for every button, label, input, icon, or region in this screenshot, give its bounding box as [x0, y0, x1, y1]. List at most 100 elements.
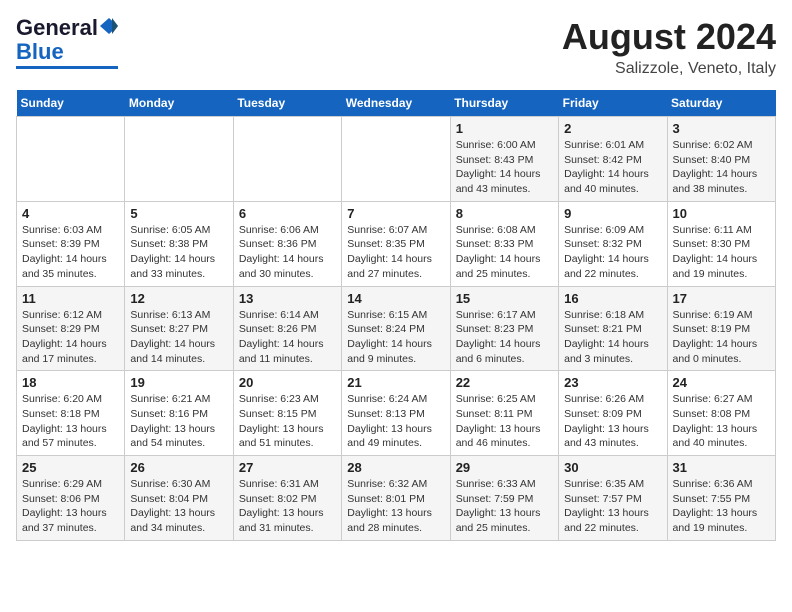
calendar-cell: 22Sunrise: 6:25 AM Sunset: 8:11 PM Dayli…	[450, 371, 558, 456]
calendar-cell: 28 Sunrise: 6:32 AM Sunset: 8:01 PM Dayli…	[342, 456, 450, 541]
day-info: Sunrise: 6:19 AM Sunset: 8:19 PM Dayligh…	[673, 309, 758, 365]
day-number: 3	[673, 121, 770, 136]
logo-icon	[100, 17, 118, 35]
day-info: Sunrise: 6:24 AM Sunset: 8:13 PM Dayligh…	[347, 393, 432, 449]
day-info: Sunrise: 6:00 AM Sunset: 8:43 PM Dayligh…	[456, 139, 541, 195]
calendar-cell: 9 Sunrise: 6:09 AM Sunset: 8:32 PM Daylig…	[559, 201, 667, 286]
day-number: 30	[564, 460, 661, 475]
calendar-cell: 29Sunrise: 6:33 AM Sunset: 7:59 PM Dayli…	[450, 456, 558, 541]
calendar-cell: 14Sunrise: 6:15 AM Sunset: 8:24 PM Dayli…	[342, 286, 450, 371]
day-number: 5	[130, 206, 227, 221]
calendar-cell: 11 Sunrise: 6:12 AM Sunset: 8:29 PM Dayli…	[17, 286, 125, 371]
calendar-week-row: 1 Sunrise: 6:00 AM Sunset: 8:43 PM Daylig…	[17, 117, 776, 202]
day-number: 16	[564, 291, 661, 306]
calendar-week-row: 11 Sunrise: 6:12 AM Sunset: 8:29 PM Dayli…	[17, 286, 776, 371]
day-number: 24	[673, 375, 770, 390]
day-info: Sunrise: 6:36 AM Sunset: 7:55 PM Dayligh…	[673, 478, 758, 534]
day-number: 1	[456, 121, 553, 136]
calendar-cell: 10 Sunrise: 6:11 AM Sunset: 8:30 PM Dayli…	[667, 201, 775, 286]
day-number: 19	[130, 375, 227, 390]
day-number: 27	[239, 460, 336, 475]
day-of-week-header: Saturday	[667, 90, 775, 117]
day-number: 12	[130, 291, 227, 306]
day-number: 22	[456, 375, 553, 390]
day-number: 31	[673, 460, 770, 475]
calendar-cell	[125, 117, 233, 202]
main-title: August 2024	[562, 16, 776, 58]
title-block: August 2024 Salizzole, Veneto, Italy	[562, 16, 776, 78]
day-number: 21	[347, 375, 444, 390]
day-info: Sunrise: 6:32 AM Sunset: 8:01 PM Dayligh…	[347, 478, 432, 534]
calendar-cell: 12 Sunrise: 6:13 AM Sunset: 8:27 PM Dayli…	[125, 286, 233, 371]
calendar-cell: 31 Sunrise: 6:36 AM Sunset: 7:55 PM Dayli…	[667, 456, 775, 541]
calendar-cell: 26Sunrise: 6:30 AM Sunset: 8:04 PM Dayli…	[125, 456, 233, 541]
calendar-week-row: 25 Sunrise: 6:29 AM Sunset: 8:06 PM Dayli…	[17, 456, 776, 541]
calendar-cell: 27 Sunrise: 6:31 AM Sunset: 8:02 PM Dayli…	[233, 456, 341, 541]
calendar-cell: 3Sunrise: 6:02 AM Sunset: 8:40 PM Daylig…	[667, 117, 775, 202]
day-info: Sunrise: 6:30 AM Sunset: 8:04 PM Dayligh…	[130, 478, 215, 534]
day-number: 2	[564, 121, 661, 136]
day-info: Sunrise: 6:14 AM Sunset: 8:26 PM Dayligh…	[239, 309, 324, 365]
logo: General Blue	[16, 16, 118, 69]
day-number: 20	[239, 375, 336, 390]
calendar-cell: 17Sunrise: 6:19 AM Sunset: 8:19 PM Dayli…	[667, 286, 775, 371]
calendar-cell: 16Sunrise: 6:18 AM Sunset: 8:21 PM Dayli…	[559, 286, 667, 371]
day-of-week-header: Monday	[125, 90, 233, 117]
calendar-cell	[233, 117, 341, 202]
calendar-cell: 21 Sunrise: 6:24 AM Sunset: 8:13 PM Dayli…	[342, 371, 450, 456]
logo-text: General	[16, 16, 98, 40]
day-number: 11	[22, 291, 119, 306]
day-info: Sunrise: 6:35 AM Sunset: 7:57 PM Dayligh…	[564, 478, 649, 534]
day-info: Sunrise: 6:15 AM Sunset: 8:24 PM Dayligh…	[347, 309, 432, 365]
day-number: 25	[22, 460, 119, 475]
day-of-week-header: Wednesday	[342, 90, 450, 117]
calendar-cell: 23Sunrise: 6:26 AM Sunset: 8:09 PM Dayli…	[559, 371, 667, 456]
day-number: 8	[456, 206, 553, 221]
day-of-week-header: Tuesday	[233, 90, 341, 117]
calendar-cell: 18Sunrise: 6:20 AM Sunset: 8:18 PM Dayli…	[17, 371, 125, 456]
calendar-cell: 15Sunrise: 6:17 AM Sunset: 8:23 PM Dayli…	[450, 286, 558, 371]
calendar-cell: 2 Sunrise: 6:01 AM Sunset: 8:42 PM Daylig…	[559, 117, 667, 202]
calendar-cell	[17, 117, 125, 202]
calendar-cell: 19 Sunrise: 6:21 AM Sunset: 8:16 PM Dayli…	[125, 371, 233, 456]
day-number: 7	[347, 206, 444, 221]
day-info: Sunrise: 6:20 AM Sunset: 8:18 PM Dayligh…	[22, 393, 107, 449]
day-info: Sunrise: 6:21 AM Sunset: 8:16 PM Dayligh…	[130, 393, 215, 449]
subtitle: Salizzole, Veneto, Italy	[562, 60, 776, 78]
day-info: Sunrise: 6:31 AM Sunset: 8:02 PM Dayligh…	[239, 478, 324, 534]
day-number: 28	[347, 460, 444, 475]
day-number: 6	[239, 206, 336, 221]
day-info: Sunrise: 6:07 AM Sunset: 8:35 PM Dayligh…	[347, 224, 432, 280]
calendar-cell	[342, 117, 450, 202]
day-info: Sunrise: 6:17 AM Sunset: 8:23 PM Dayligh…	[456, 309, 541, 365]
day-info: Sunrise: 6:03 AM Sunset: 8:39 PM Dayligh…	[22, 224, 107, 280]
header-row: SundayMondayTuesdayWednesdayThursdayFrid…	[17, 90, 776, 117]
calendar-week-row: 18Sunrise: 6:20 AM Sunset: 8:18 PM Dayli…	[17, 371, 776, 456]
day-number: 10	[673, 206, 770, 221]
day-number: 4	[22, 206, 119, 221]
calendar-header: SundayMondayTuesdayWednesdayThursdayFrid…	[17, 90, 776, 117]
page-header: General Blue August 2024 Salizzole, Vene…	[16, 16, 776, 78]
day-info: Sunrise: 6:27 AM Sunset: 8:08 PM Dayligh…	[673, 393, 758, 449]
day-info: Sunrise: 6:12 AM Sunset: 8:29 PM Dayligh…	[22, 309, 107, 365]
calendar-cell: 13 Sunrise: 6:14 AM Sunset: 8:26 PM Dayli…	[233, 286, 341, 371]
calendar-cell: 25 Sunrise: 6:29 AM Sunset: 8:06 PM Dayli…	[17, 456, 125, 541]
day-number: 9	[564, 206, 661, 221]
day-of-week-header: Sunday	[17, 90, 125, 117]
day-info: Sunrise: 6:23 AM Sunset: 8:15 PM Dayligh…	[239, 393, 324, 449]
calendar-cell: 24 Sunrise: 6:27 AM Sunset: 8:08 PM Dayli…	[667, 371, 775, 456]
day-info: Sunrise: 6:29 AM Sunset: 8:06 PM Dayligh…	[22, 478, 107, 534]
logo-blue: Blue	[16, 40, 64, 64]
day-info: Sunrise: 6:06 AM Sunset: 8:36 PM Dayligh…	[239, 224, 324, 280]
day-info: Sunrise: 6:09 AM Sunset: 8:32 PM Dayligh…	[564, 224, 649, 280]
day-info: Sunrise: 6:13 AM Sunset: 8:27 PM Dayligh…	[130, 309, 215, 365]
day-number: 29	[456, 460, 553, 475]
calendar-cell: 6 Sunrise: 6:06 AM Sunset: 8:36 PM Daylig…	[233, 201, 341, 286]
day-info: Sunrise: 6:11 AM Sunset: 8:30 PM Dayligh…	[673, 224, 758, 280]
calendar-body: 1 Sunrise: 6:00 AM Sunset: 8:43 PM Daylig…	[17, 117, 776, 541]
day-number: 13	[239, 291, 336, 306]
day-number: 23	[564, 375, 661, 390]
calendar-cell: 8Sunrise: 6:08 AM Sunset: 8:33 PM Daylig…	[450, 201, 558, 286]
logo-underline	[16, 66, 118, 69]
day-info: Sunrise: 6:01 AM Sunset: 8:42 PM Dayligh…	[564, 139, 649, 195]
